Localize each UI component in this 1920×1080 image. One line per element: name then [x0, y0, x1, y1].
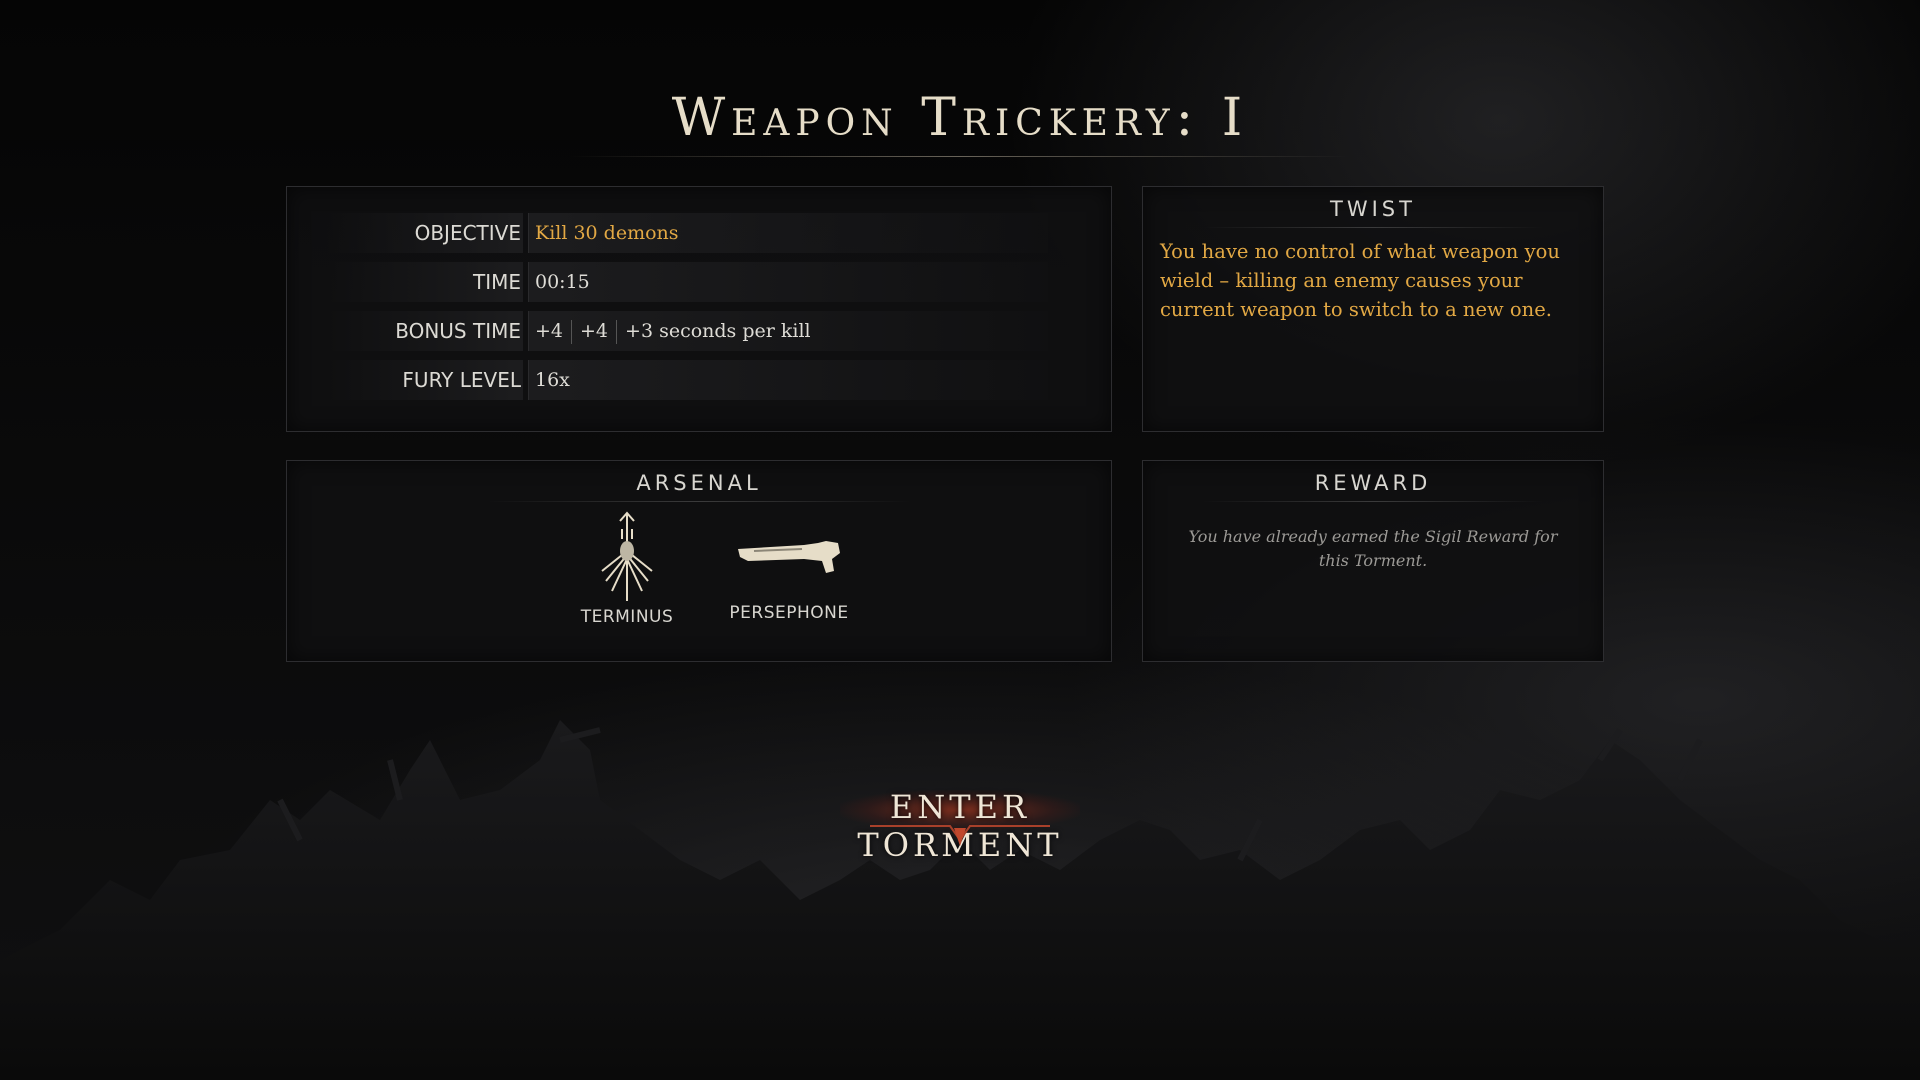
twist-panel: TWIST You have no control of what weapon…	[1142, 186, 1604, 432]
weapon-terminus[interactable]: TERMINUS	[567, 511, 687, 627]
separator	[571, 320, 573, 344]
separator	[616, 320, 618, 344]
page-title: Weapon Trickery: I	[671, 88, 1249, 148]
weapon-name: PERSEPHONE	[729, 603, 849, 623]
shotgun-icon	[738, 541, 840, 573]
info-panel: OBJECTIVE Kill 30 demons TIME 00:15 BONU…	[286, 186, 1112, 432]
title-divider	[570, 156, 1350, 157]
arsenal-panel: ARSENAL TERMINUS PERSEPHONE	[286, 460, 1112, 662]
weapon-name: TERMINUS	[580, 607, 674, 627]
reward-panel: REWARD You have already earned the Sigil…	[1142, 460, 1604, 662]
objective-value: Kill 30 demons	[528, 213, 1048, 253]
reward-header: REWARD	[1314, 471, 1432, 495]
fury-level-value: 16x	[528, 360, 1048, 400]
fury-level-label: FURY LEVEL	[402, 368, 521, 392]
bonus-time-label: BONUS TIME	[395, 319, 521, 343]
time-label: TIME	[472, 270, 521, 294]
time-value: 00:15	[528, 262, 1048, 302]
twist-description: You have no control of what weapon you w…	[1160, 240, 1560, 321]
arsenal-header: ARSENAL	[636, 471, 762, 495]
bonus-time-3: +3 seconds per kill	[625, 320, 811, 342]
weapon-persephone[interactable]: PERSEPHONE	[719, 531, 859, 623]
objective-label: OBJECTIVE	[414, 221, 521, 245]
header-divider	[487, 501, 911, 502]
objective-row: OBJECTIVE Kill 30 demons	[287, 213, 1107, 253]
bonus-time-value: +4 +4 +3 seconds per kill	[528, 311, 1048, 351]
header-divider	[1203, 227, 1543, 228]
header-divider	[1203, 501, 1543, 502]
time-row: TIME 00:15	[287, 262, 1107, 302]
trident-icon	[601, 511, 653, 601]
bonus-time-1: +4	[535, 320, 564, 342]
bonus-time-2: +4	[580, 320, 609, 342]
twist-header: TWIST	[1330, 197, 1416, 221]
bonus-time-row: BONUS TIME +4 +4 +3 seconds per kill	[287, 311, 1107, 351]
reward-description: You have already earned the Sigil Reward…	[1188, 527, 1558, 570]
ornament-icon	[870, 825, 1050, 846]
enter-torment-button[interactable]: ENTER TORMENT	[800, 780, 1120, 864]
fury-level-row: FURY LEVEL 16x	[287, 360, 1107, 400]
